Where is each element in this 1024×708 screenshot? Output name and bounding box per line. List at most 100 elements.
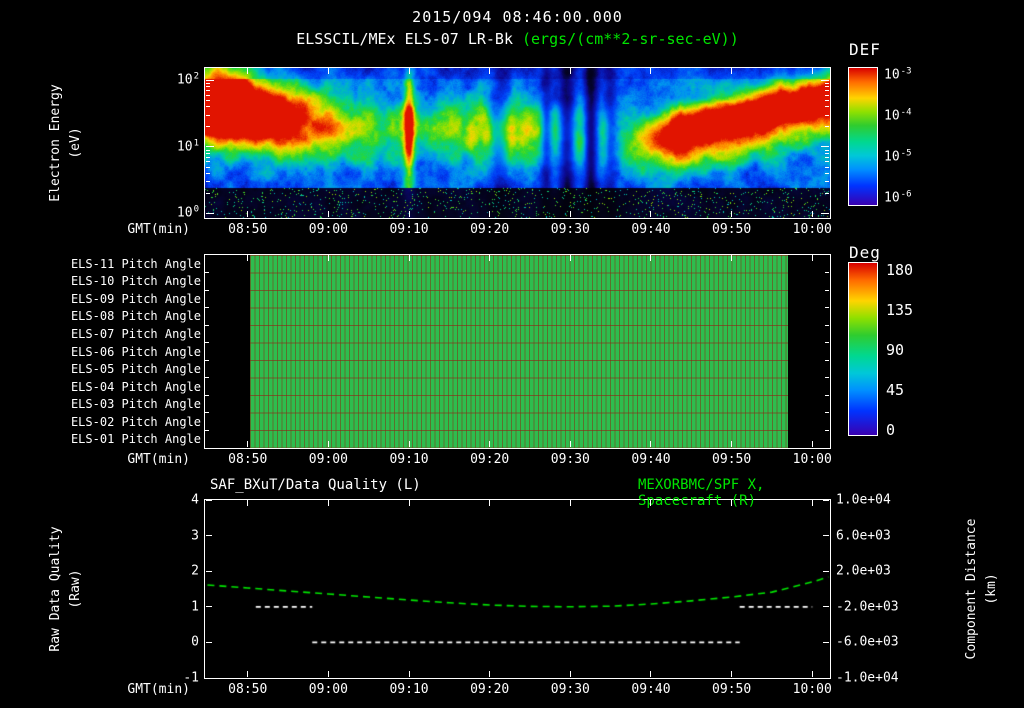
axis-tick bbox=[825, 307, 829, 309]
axis-tick bbox=[825, 90, 829, 92]
pitch-row-label: ELS-11 Pitch Angle bbox=[70, 256, 201, 271]
axis-tick bbox=[731, 671, 733, 677]
axis-tick bbox=[205, 429, 209, 431]
axis-tick bbox=[825, 272, 829, 274]
def-tick-label-base: 10 bbox=[884, 108, 900, 124]
pitch-row-label: ELS-04 Pitch Angle bbox=[70, 379, 201, 394]
axis-tick bbox=[205, 394, 209, 396]
axis-tick bbox=[206, 94, 210, 96]
axis-tick bbox=[206, 156, 210, 158]
axis-tick bbox=[205, 377, 209, 379]
energy-tick-label: 102 bbox=[177, 72, 199, 88]
component-distance-axis-label: Component Distance (km) bbox=[962, 519, 1002, 660]
time-tick-label: 09:10 bbox=[389, 682, 429, 697]
raw-data-quality-axis-label-line2: (Raw) bbox=[68, 569, 83, 609]
axis-tick bbox=[825, 172, 829, 174]
axis-tick bbox=[823, 570, 829, 572]
def-tick-label-base: 10 bbox=[884, 67, 900, 83]
time-tick-label: 09:50 bbox=[712, 682, 752, 697]
axis-tick bbox=[327, 441, 329, 447]
deg-tick-label: 135 bbox=[886, 301, 914, 319]
axis-tick bbox=[206, 114, 210, 116]
axis-tick bbox=[205, 272, 209, 274]
axis-tick bbox=[811, 68, 813, 74]
def-tick-label-exp: -3 bbox=[900, 66, 912, 77]
axis-tick bbox=[569, 500, 571, 506]
time-tick-label: 09:30 bbox=[550, 682, 590, 697]
axis-tick bbox=[206, 212, 214, 214]
axis-tick bbox=[825, 289, 829, 291]
axis-tick bbox=[811, 671, 813, 677]
axis-tick bbox=[408, 68, 410, 74]
raw-data-quality-axis-label: Raw Data Quality (Raw) bbox=[46, 526, 86, 651]
time-tick-label: 10:00 bbox=[792, 222, 832, 237]
def-colorbar-title: DEF bbox=[849, 40, 881, 59]
axis-tick bbox=[825, 359, 829, 361]
energy-tick-label-exp: 0 bbox=[193, 204, 199, 215]
deg-colorbar bbox=[848, 262, 878, 436]
axis-tick bbox=[825, 161, 829, 163]
quality-tick-label: 0 bbox=[191, 634, 199, 650]
subtitle-units: (ergs/(cm**2-sr-sec-eV)) bbox=[522, 30, 739, 48]
axis-tick bbox=[206, 172, 210, 174]
def-tick-label-exp: -6 bbox=[900, 189, 912, 200]
pitch-row-label: ELS-01 Pitch Angle bbox=[70, 432, 201, 447]
distance-tick-label: -6.0e+03 bbox=[836, 634, 899, 650]
axis-tick bbox=[825, 106, 829, 108]
axis-tick bbox=[206, 499, 212, 501]
axis-tick bbox=[823, 535, 829, 537]
time-tick-label: 10:00 bbox=[792, 682, 832, 697]
axis-tick bbox=[206, 161, 210, 163]
axis-tick bbox=[206, 90, 210, 92]
raw-data-quality-axis-label-line1: Raw Data Quality bbox=[48, 526, 63, 652]
axis-tick bbox=[206, 535, 212, 537]
def-colorbar bbox=[848, 67, 878, 206]
axis-tick bbox=[811, 255, 813, 261]
axis-tick bbox=[821, 79, 829, 81]
def-tick-label-exp: -5 bbox=[900, 148, 912, 159]
axis-tick bbox=[408, 255, 410, 261]
pitch-row-label: ELS-09 Pitch Angle bbox=[70, 291, 201, 306]
electron-energy-axis-label-line1: Electron Energy bbox=[48, 84, 63, 202]
axis-tick bbox=[206, 149, 210, 151]
energy-tick-label-base: 10 bbox=[176, 205, 193, 221]
component-distance-axis-label-line2: (km) bbox=[984, 573, 999, 605]
axis-tick bbox=[825, 166, 829, 168]
pitch-row-label: ELS-08 Pitch Angle bbox=[70, 309, 201, 324]
time-tick-label: 09:40 bbox=[631, 222, 671, 237]
axis-tick bbox=[408, 500, 410, 506]
pitch-angle-data-block bbox=[250, 255, 789, 448]
electron-energy-axis-label: Electron Energy (eV) bbox=[46, 84, 86, 201]
axis-tick bbox=[206, 192, 210, 194]
quality-tick-label: 1 bbox=[191, 599, 199, 615]
axis-tick bbox=[206, 106, 210, 108]
energy-tick-label-exp: 1 bbox=[193, 138, 199, 148]
axis-tick bbox=[825, 156, 829, 158]
energy-tick-label: 101 bbox=[176, 138, 199, 154]
time-tick-label: 08:50 bbox=[228, 682, 268, 697]
axis-tick bbox=[206, 166, 210, 168]
axis-tick bbox=[327, 255, 329, 261]
axis-tick bbox=[206, 83, 210, 85]
energy-tick-label-base: 10 bbox=[176, 139, 193, 154]
def-tick-label-base: 10 bbox=[884, 190, 900, 206]
electron-energy-axis-label-line2: (eV) bbox=[68, 127, 83, 159]
axis-tick bbox=[825, 83, 829, 85]
axis-tick bbox=[811, 211, 813, 217]
def-tick-label: 10-4 bbox=[884, 108, 912, 124]
axis-tick bbox=[206, 570, 212, 572]
bottom-right-title: MEXORBMC/SPF X, Spacecraft (R) bbox=[638, 477, 765, 509]
energy-tick-label: 100 bbox=[176, 204, 199, 221]
time-tick-label: 09:10 bbox=[389, 222, 429, 237]
pitch-row-label: ELS-07 Pitch Angle bbox=[70, 326, 201, 341]
axis-tick bbox=[327, 500, 329, 506]
time-tick-label: 09:40 bbox=[631, 682, 671, 697]
axis-tick bbox=[489, 441, 491, 447]
axis-tick bbox=[569, 255, 571, 261]
axis-tick bbox=[327, 68, 329, 74]
deg-tick-label: 90 bbox=[886, 341, 905, 359]
axis-tick bbox=[731, 211, 733, 217]
pitch-row-label: ELS-10 Pitch Angle bbox=[70, 274, 201, 289]
axis-tick bbox=[569, 211, 571, 217]
axis-tick bbox=[650, 441, 652, 447]
